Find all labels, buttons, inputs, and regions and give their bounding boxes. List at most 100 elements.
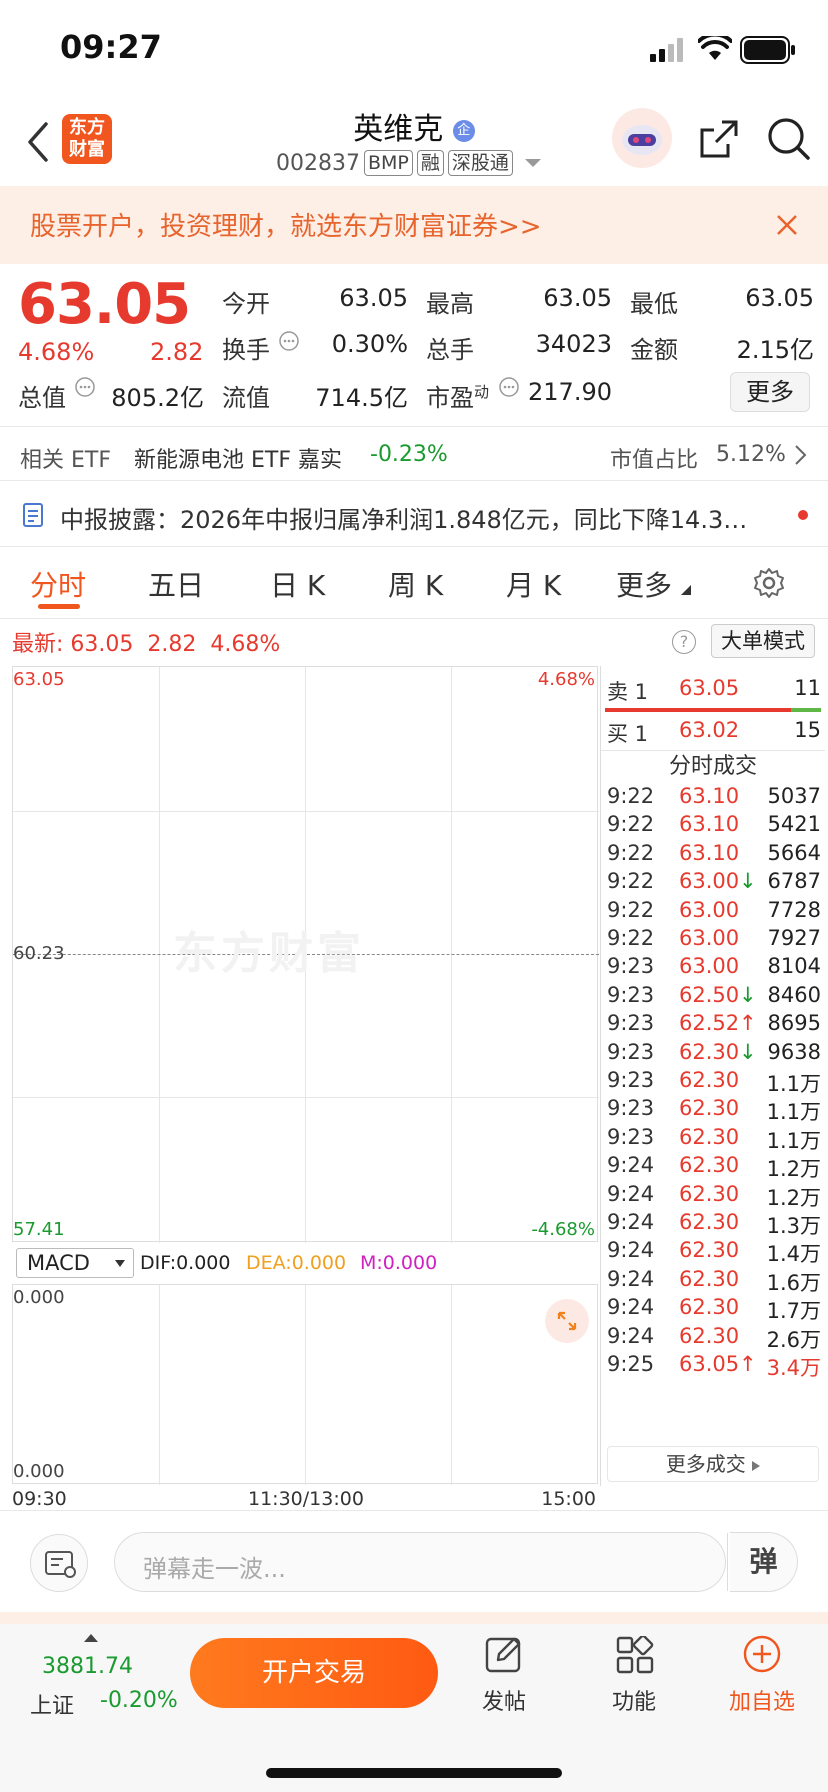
promo-banner[interactable]: 股票开户，投资理财，就选东方财富证券>> [0, 186, 828, 264]
trade-row: 9:23 62.50 ↓ 8460 [607, 983, 821, 1015]
chart-tabs: 分时 五日 日 K 周 K 月 K 更多 [0, 548, 828, 618]
danmaku-input[interactable]: 弹幕走一波... [114, 1532, 728, 1592]
trade-row: 9:23 63.00 8104 [607, 954, 821, 986]
wifi-icon [698, 36, 732, 60]
stock-code-row[interactable]: 002837 BMP 融 深股通 [276, 150, 543, 176]
post-button[interactable]: 发帖 [464, 1634, 544, 1730]
trade-time: 9:24 [607, 1266, 655, 1291]
latest-label: 最新: [12, 632, 64, 657]
close-icon[interactable] [776, 214, 798, 236]
expand-icon[interactable] [545, 1299, 589, 1343]
grid-line [13, 1097, 599, 1098]
macd-chart[interactable]: 0.000 0.000 [12, 1284, 598, 1485]
dea-value: DEA:0.000 [246, 1252, 347, 1274]
divider [0, 480, 828, 481]
danmaku-placeholder: 弹幕走一波... [143, 1555, 286, 1583]
edit-icon [485, 1637, 521, 1673]
trade-volume: 1.2万 [766, 1157, 821, 1182]
open-value: 63.05 [339, 284, 408, 312]
grid-line [159, 667, 160, 1243]
amount-value: 2.15亿 [736, 336, 814, 364]
danmaku-send-button[interactable]: 弹 [730, 1532, 798, 1592]
functions-button[interactable]: 功能 [594, 1634, 674, 1730]
turnover-value: 0.30% [331, 330, 408, 358]
volume-value: 34023 [535, 330, 612, 358]
big-order-mode-button[interactable]: 大单模式 [711, 624, 815, 658]
tab-intraday[interactable]: 分时 [30, 564, 86, 604]
tag-connect: 深股通 [447, 150, 513, 176]
etf-ratio-value: 5.12% [716, 442, 786, 467]
trade-price: 62.30 [679, 1153, 740, 1178]
trade-time: 9:24 [607, 1153, 655, 1178]
tab-more[interactable]: 更多 [616, 564, 691, 604]
related-etf-row[interactable]: 相关 ETF 新能源电池 ETF 嘉实 -0.23% 市值占比 5.12% [0, 428, 828, 480]
current-price: 63.05 [18, 272, 191, 337]
trade-volume: 7728 [767, 897, 821, 922]
more-quote-button[interactable]: 更多 [730, 372, 810, 412]
trade-direction-icon: ↑ [739, 1352, 757, 1376]
trade-direction-icon: ↓ [739, 1039, 757, 1064]
danmaku-settings-icon[interactable] [30, 1534, 88, 1592]
tab-five-day[interactable]: 五日 [148, 564, 204, 604]
trade-price: 62.30 [679, 1039, 740, 1064]
more-trades-button[interactable]: 更多成交 [607, 1446, 819, 1482]
divider [0, 618, 828, 619]
search-icon[interactable] [766, 116, 812, 162]
trade-row: 9:24 62.30 2.6万 [607, 1324, 821, 1356]
settings-gear-icon[interactable] [752, 566, 786, 600]
trade-volume: 8460 [767, 982, 821, 1007]
pe-value: 217.90 [528, 378, 612, 406]
m-value: M:0.000 [360, 1252, 438, 1274]
stock-name-text: 英维克 [353, 112, 444, 147]
latest-price: 63.05 [70, 632, 134, 657]
report-notice-row[interactable]: 中报披露：2026年中报归属净利润1.848亿元，同比下降14.3… [0, 482, 828, 546]
tab-daily-k[interactable]: 日 K [270, 564, 325, 604]
index-value: 3881.74 [42, 1654, 133, 1679]
macd-axis-bottom: 0.000 [13, 1461, 65, 1482]
trade-row: 9:22 63.00 7728 [607, 898, 821, 930]
trade-price: 62.30 [679, 1323, 740, 1348]
etf-label: 相关 ETF [20, 448, 111, 473]
intraday-chart[interactable]: 东方财富 63.05 60.23 57.41 4.68% -4.68% [12, 666, 599, 1243]
share-icon[interactable] [698, 118, 740, 160]
time-label-end: 15:00 [541, 1488, 596, 1510]
status-bar: 09:27 [0, 0, 828, 100]
trade-time: 9:22 [607, 784, 655, 808]
danmaku-bar: 弹幕走一波... 弹 [0, 1512, 828, 1612]
trade-time: 9:23 [607, 1011, 655, 1036]
trade-row: 9:22 63.00 ↓ 6787 [607, 869, 821, 901]
robot-assistant-icon[interactable] [612, 108, 672, 168]
trades-title: 分时成交 [668, 754, 757, 779]
change-amount: 2.82 [150, 338, 204, 366]
low-label: 最低 [630, 290, 678, 318]
index-ticker[interactable]: 3881.74 上证 -0.20% [20, 1628, 178, 1728]
trade-time: 9:22 [607, 897, 655, 922]
ratio-bar-green [791, 708, 821, 712]
buy-1-label: 买 1 [607, 722, 649, 746]
grid-line [451, 1285, 452, 1485]
trade-price: 63.00 [679, 897, 740, 922]
help-icon[interactable]: ? [672, 630, 696, 654]
open-account-trade-button[interactable]: 开户交易 [190, 1638, 438, 1708]
market-cap-label: 总值 [18, 384, 66, 412]
home-indicator[interactable] [266, 1768, 562, 1778]
time-axis: 09:30 11:30/13:00 15:00 [12, 1486, 598, 1510]
indicator-select[interactable]: MACD [16, 1248, 134, 1278]
tab-monthly-k[interactable]: 月 K [506, 564, 561, 604]
pe-label: 市盈动 [426, 378, 489, 413]
trade-price: 63.05 [679, 1352, 740, 1376]
tag-bmp: BMP [363, 150, 413, 176]
notice-text: 中报披露：2026年中报归属净利润1.848亿元，同比下降14.3… [60, 506, 748, 534]
index-name: 上证 [30, 1694, 75, 1719]
tab-weekly-k[interactable]: 周 K [388, 564, 443, 604]
add-watchlist-button[interactable]: 加自选 [722, 1634, 802, 1730]
info-dots-icon[interactable] [74, 376, 96, 398]
grid-line [451, 667, 452, 1243]
trade-price: 63.00 [679, 926, 740, 950]
trade-price: 62.30 [679, 1181, 740, 1206]
order-book-panel: 卖 1 63.05 11 买 1 63.02 15 分时成交 9:22 63.10… [600, 666, 825, 1486]
y-axis-bottom: 57.41 [13, 1219, 65, 1240]
trade-row: 9:23 62.52 ↑ 8695 [607, 1011, 821, 1043]
latest-change: 2.82 [147, 632, 197, 657]
info-dots-icon[interactable] [278, 330, 300, 352]
